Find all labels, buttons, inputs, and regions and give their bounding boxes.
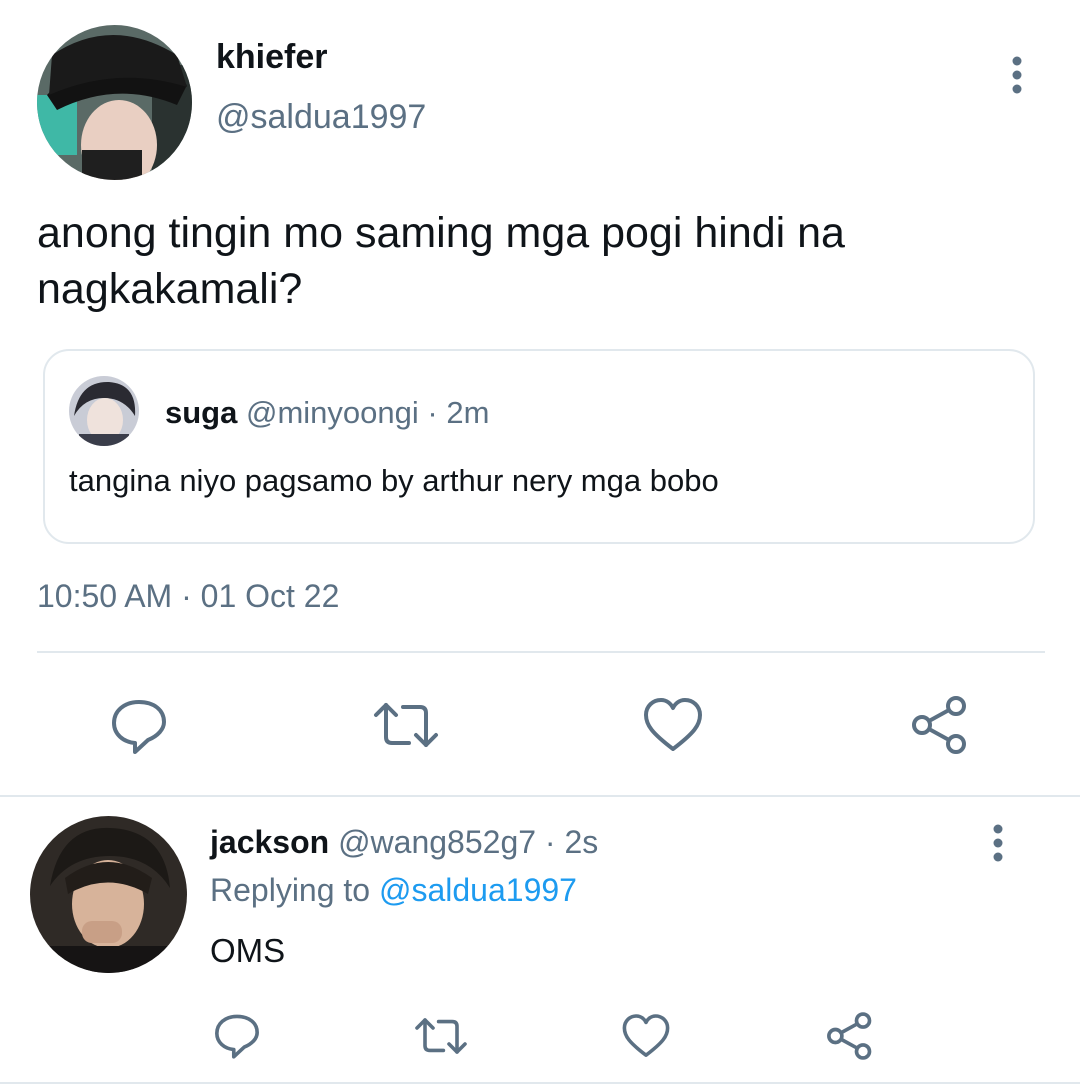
- retweet-icon[interactable]: [371, 695, 441, 755]
- reply-time: · 2s: [544, 824, 599, 860]
- reply-avatar[interactable]: [30, 816, 187, 973]
- replying-to-line: Replying to @saldua1997: [210, 872, 577, 909]
- quoted-tweet-handle: @minyoongi: [245, 395, 419, 430]
- quoted-tweet-text: tangina niyo pagsamo by arthur nery mga …: [69, 463, 719, 498]
- quoted-tweet-header: suga @minyoongi · 2m: [165, 395, 489, 431]
- like-icon[interactable]: [642, 695, 704, 755]
- reply-retweet-icon[interactable]: [412, 1012, 470, 1060]
- main-tweet-text: anong tingin mo saming mga pogi hindi na…: [37, 209, 845, 313]
- avatar-image: [30, 816, 187, 973]
- share-icon[interactable]: [908, 695, 972, 755]
- reply-text: OMS: [210, 932, 286, 969]
- quoted-tweet-avatar: [69, 376, 139, 446]
- main-tweet-display-name[interactable]: khiefer: [216, 38, 328, 77]
- reply-handle[interactable]: @wang852g7: [338, 824, 536, 860]
- reply-header: jackson @wang852g7 · 2s: [210, 824, 598, 861]
- divider: [37, 651, 1045, 653]
- quoted-tweet-time: · 2m: [427, 395, 490, 430]
- quoted-tweet-display-name: suga: [165, 395, 238, 430]
- reply-icon[interactable]: [108, 694, 170, 756]
- reply-more-vertical-icon[interactable]: [984, 823, 1012, 863]
- reply-like-icon[interactable]: [621, 1012, 671, 1060]
- main-tweet-handle[interactable]: @saldua1997: [216, 98, 426, 137]
- bottom-divider: [0, 1082, 1080, 1084]
- section-divider: [0, 795, 1080, 797]
- replying-to-link[interactable]: @saldua1997: [379, 872, 577, 908]
- main-tweet-avatar[interactable]: [37, 25, 192, 180]
- reply-reply-icon[interactable]: [212, 1010, 262, 1060]
- replying-to-prefix: Replying to: [210, 872, 371, 908]
- reply-share-icon[interactable]: [824, 1011, 876, 1061]
- more-vertical-icon[interactable]: [1003, 55, 1031, 95]
- avatar-image: [37, 25, 192, 180]
- quoted-tweet-card[interactable]: suga @minyoongi · 2m tangina niyo pagsam…: [43, 349, 1035, 544]
- avatar-image: [69, 376, 139, 446]
- reply-display-name[interactable]: jackson: [210, 824, 329, 860]
- tweet-timestamp: 10:50 AM · 01 Oct 22: [37, 578, 340, 614]
